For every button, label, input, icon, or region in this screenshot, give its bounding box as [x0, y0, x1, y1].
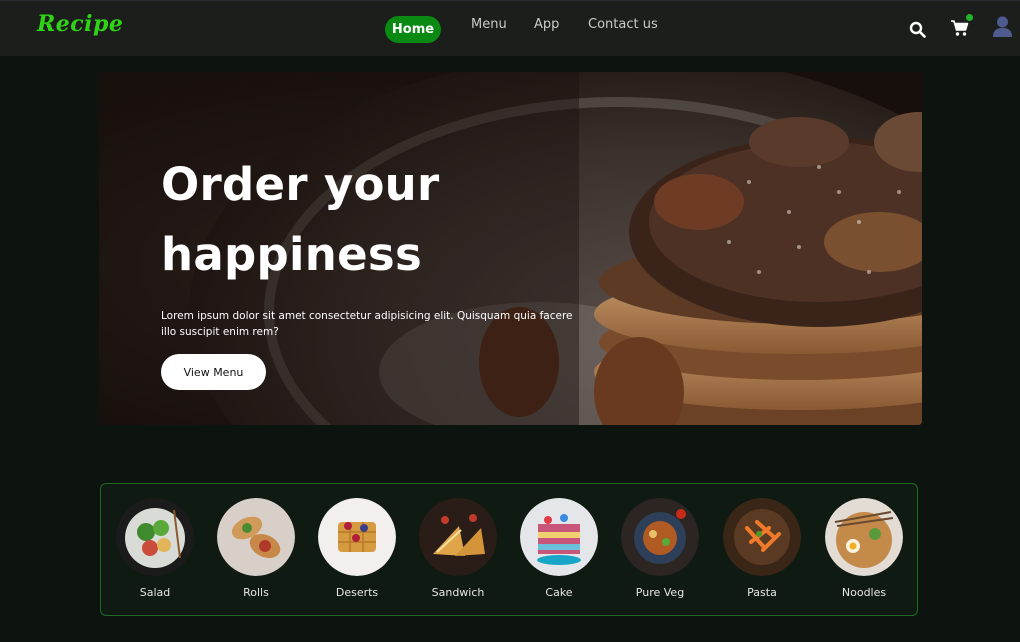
user-avatar-icon[interactable] — [992, 15, 1013, 39]
category-pasta[interactable]: Pasta — [722, 498, 802, 599]
cart-icon[interactable] — [950, 19, 969, 37]
pure-veg-image — [621, 498, 699, 576]
category-noodles[interactable]: Noodles — [824, 498, 904, 599]
nav-app[interactable]: App — [534, 17, 559, 32]
category-deserts[interactable]: Deserts — [317, 498, 397, 599]
hero-banner: Order your happiness Lorem ipsum dolor s… — [99, 72, 922, 425]
search-icon[interactable] — [909, 21, 926, 38]
salad-image — [116, 498, 194, 576]
category-strip: Salad Rolls Deserts Sandwich Cake Pure V… — [100, 483, 918, 616]
top-navbar: Recipe Home Menu App Contact us — [0, 0, 1020, 56]
category-pure-veg[interactable]: Pure Veg — [620, 498, 700, 599]
category-salad[interactable]: Salad — [115, 498, 195, 599]
hero-description: Lorem ipsum dolor sit amet consectetur a… — [161, 310, 573, 338]
category-label: Sandwich — [431, 586, 485, 599]
cart-badge — [966, 14, 973, 21]
pasta-image — [723, 498, 801, 576]
brand-logo[interactable]: Recipe — [37, 11, 123, 37]
rolls-image — [217, 498, 295, 576]
sandwich-image — [419, 498, 497, 576]
category-label: Pasta — [747, 586, 777, 599]
category-sandwich[interactable]: Sandwich — [418, 498, 498, 599]
category-rolls[interactable]: Rolls — [216, 498, 296, 599]
hero-title: Order your happiness — [161, 158, 440, 281]
cake-image — [520, 498, 598, 576]
category-label: Salad — [139, 586, 171, 599]
category-label: Pure Veg — [635, 586, 685, 599]
category-label: Rolls — [243, 586, 269, 599]
category-label: Cake — [545, 586, 573, 599]
noodles-image — [825, 498, 903, 576]
category-label: Noodles — [841, 586, 887, 599]
category-label: Deserts — [335, 586, 379, 599]
nav-menu[interactable]: Menu — [471, 17, 507, 32]
view-menu-button[interactable]: View Menu — [161, 354, 266, 390]
category-cake[interactable]: Cake — [519, 498, 599, 599]
deserts-image — [318, 498, 396, 576]
nav-contact-us[interactable]: Contact us — [588, 17, 658, 32]
nav-home[interactable]: Home — [385, 16, 441, 43]
